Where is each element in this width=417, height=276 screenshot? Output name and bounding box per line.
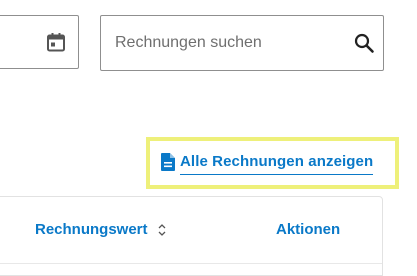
all-invoices-link-label: Alle Rechnungen anzeigen bbox=[180, 153, 374, 175]
calendar-icon[interactable] bbox=[46, 32, 66, 52]
all-invoices-link[interactable]: Alle Rechnungen anzeigen bbox=[160, 152, 374, 177]
column-header-invoice-value-label: Rechnungswert bbox=[35, 221, 148, 238]
search-icon[interactable] bbox=[353, 32, 375, 54]
column-header-invoice-value[interactable]: Rechnungswert bbox=[35, 221, 167, 239]
search-field[interactable] bbox=[100, 15, 384, 71]
search-input[interactable] bbox=[115, 16, 335, 70]
document-icon bbox=[160, 152, 176, 172]
date-field[interactable] bbox=[0, 15, 79, 69]
table-header: Rechnungswert Aktionen bbox=[0, 197, 382, 264]
sort-icon[interactable] bbox=[157, 223, 167, 237]
invoice-table: Rechnungswert Aktionen bbox=[0, 196, 383, 276]
column-header-actions: Aktionen bbox=[276, 221, 341, 238]
